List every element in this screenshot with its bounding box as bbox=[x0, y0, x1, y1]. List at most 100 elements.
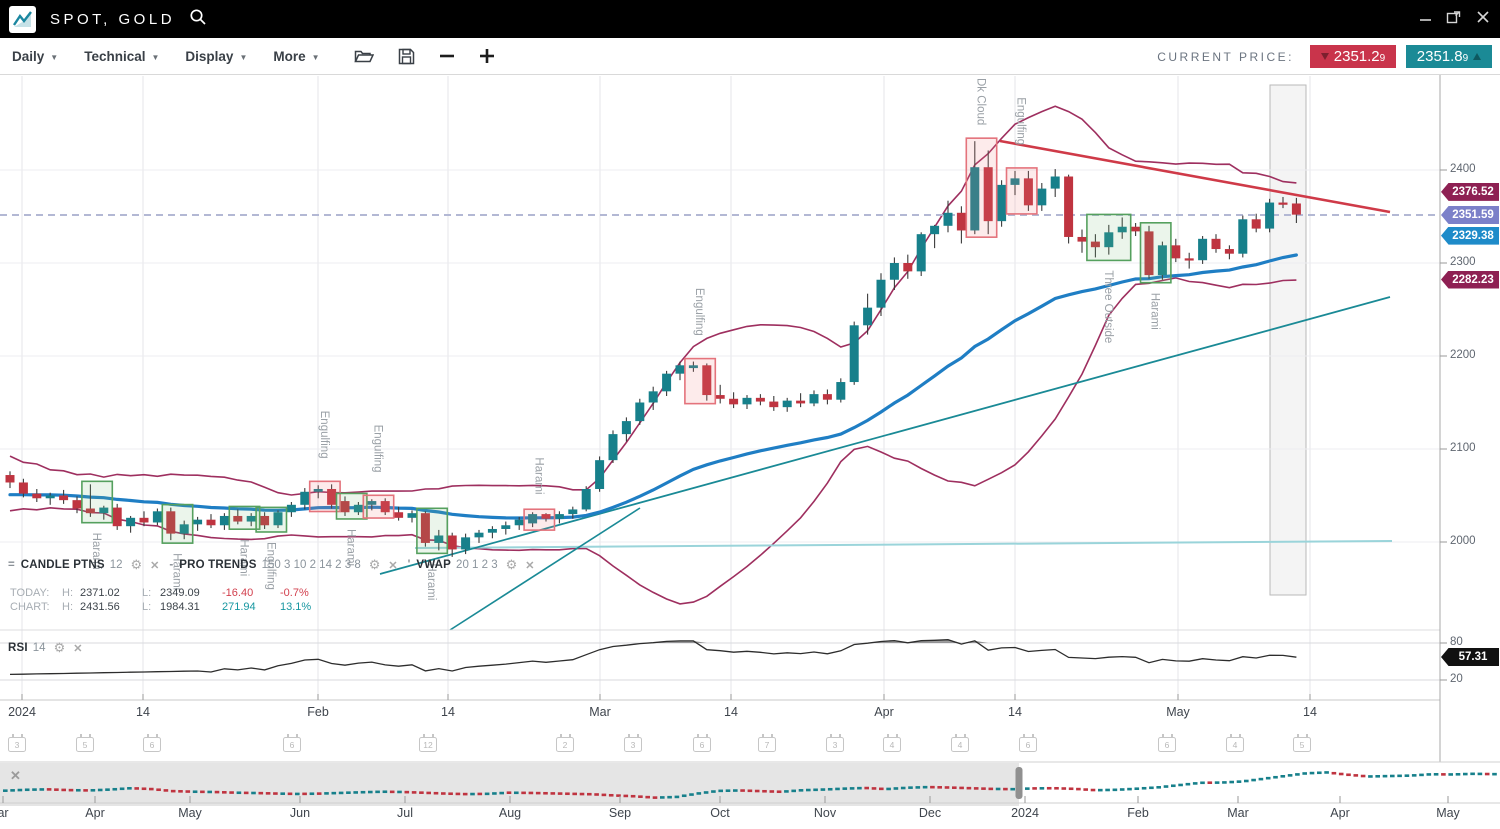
indicator-sample-icon: - bbox=[169, 559, 173, 571]
menu-display[interactable]: Display▼ bbox=[185, 49, 247, 64]
candle-body bbox=[501, 525, 510, 529]
search-icon[interactable] bbox=[189, 8, 207, 31]
indicator-rsi[interactable]: RSI bbox=[8, 642, 28, 654]
gear-icon[interactable]: ⚙ bbox=[131, 557, 143, 573]
navigator-dash bbox=[1434, 773, 1439, 776]
navigator-dash bbox=[1302, 772, 1307, 775]
navigator-dash bbox=[886, 788, 891, 791]
navigator-dash bbox=[295, 793, 300, 796]
navigator-dash bbox=[996, 788, 1001, 791]
x-axis-label: Apr bbox=[874, 705, 893, 719]
y-axis-label: 2200 bbox=[1450, 349, 1476, 361]
candle-body bbox=[153, 511, 162, 522]
candle-body bbox=[997, 185, 1006, 221]
save-icon[interactable] bbox=[398, 48, 415, 65]
candle-body bbox=[917, 234, 926, 271]
navigator-dash bbox=[259, 792, 264, 795]
navigator-dash bbox=[361, 791, 366, 794]
candle-body bbox=[461, 537, 470, 549]
calendar-event-icon[interactable]: 6 bbox=[283, 737, 301, 752]
calendar-event-icon[interactable]: 5 bbox=[76, 737, 94, 752]
navigator-month-label: Oct bbox=[710, 806, 729, 820]
navigator-dash bbox=[1142, 787, 1147, 790]
navigator-dash bbox=[689, 793, 694, 796]
navigator-dash bbox=[25, 788, 30, 791]
calendar-event-icon[interactable]: 3 bbox=[826, 737, 844, 752]
navigator-dash bbox=[864, 787, 869, 790]
pattern-label: Harami bbox=[532, 457, 544, 494]
navigator-dash bbox=[872, 787, 877, 790]
menu-more[interactable]: More▼ bbox=[273, 49, 319, 64]
navigator-month-label: Mar bbox=[1227, 806, 1249, 820]
zoom-out-button[interactable] bbox=[439, 48, 455, 64]
navigator-dash bbox=[1485, 773, 1490, 776]
navigator-dash bbox=[755, 790, 760, 793]
candle-body bbox=[73, 500, 82, 508]
calendar-event-icon[interactable]: 3 bbox=[8, 737, 26, 752]
candle-body bbox=[59, 496, 68, 501]
candle-body bbox=[193, 520, 202, 525]
open-folder-icon[interactable] bbox=[354, 48, 374, 64]
calendar-event-icon[interactable]: 6 bbox=[1158, 737, 1176, 752]
indicator-candle-ptns[interactable]: CANDLE PTNS bbox=[21, 559, 105, 571]
candle-body bbox=[113, 508, 122, 527]
candle-body bbox=[609, 434, 618, 460]
menu-daily[interactable]: Daily▼ bbox=[12, 49, 58, 64]
navigator-dash bbox=[10, 789, 15, 792]
indicator-vwap[interactable]: VWAP bbox=[416, 559, 451, 571]
popout-button[interactable] bbox=[1446, 9, 1462, 30]
navigator-month-label: ar bbox=[0, 806, 9, 820]
navigator-dash bbox=[726, 789, 731, 792]
gear-icon[interactable]: ⚙ bbox=[54, 640, 66, 656]
calendar-event-icon[interactable]: 4 bbox=[883, 737, 901, 752]
candle-body bbox=[1279, 203, 1288, 205]
candle-body bbox=[903, 263, 912, 271]
navigator-dash bbox=[901, 787, 906, 790]
navigator-dash bbox=[1164, 785, 1169, 788]
candle-body bbox=[1037, 189, 1046, 206]
x-axis-label: 14 bbox=[1008, 705, 1022, 719]
calendar-event-icon[interactable]: 3 bbox=[624, 737, 642, 752]
navigator-dash bbox=[324, 792, 329, 795]
x-axis-label: 14 bbox=[1303, 705, 1317, 719]
pattern-box-harami bbox=[524, 509, 554, 530]
navigator-dash bbox=[280, 792, 285, 795]
calendar-event-icon[interactable]: 7 bbox=[758, 737, 776, 752]
navigator-handle[interactable] bbox=[1016, 767, 1023, 799]
navigator-month-label: Apr bbox=[85, 806, 104, 820]
indicator-pro-trends[interactable]: PRO TRENDS bbox=[179, 559, 256, 571]
zoom-in-button[interactable] bbox=[479, 48, 495, 64]
calendar-event-icon[interactable]: 4 bbox=[1226, 737, 1244, 752]
calendar-event-icon[interactable]: 6 bbox=[693, 737, 711, 752]
candle-body bbox=[743, 398, 752, 405]
close-icon[interactable]: ✕ bbox=[150, 559, 159, 572]
navigator-dash bbox=[1324, 771, 1329, 774]
calendar-event-icon[interactable]: 6 bbox=[143, 737, 161, 752]
chart-canvas: HaramiHaramiHaramiEngulfingEngulfingHara… bbox=[0, 0, 1500, 829]
close-icon[interactable]: ✕ bbox=[73, 642, 82, 655]
gear-icon[interactable]: ⚙ bbox=[369, 557, 381, 573]
calendar-event-icon[interactable]: 4 bbox=[951, 737, 969, 752]
close-icon[interactable]: ✕ bbox=[388, 559, 397, 572]
navigator-dash bbox=[952, 786, 957, 789]
navigator-dash bbox=[1208, 781, 1213, 784]
calendar-event-icon[interactable]: 2 bbox=[556, 737, 574, 752]
gear-icon[interactable]: ⚙ bbox=[506, 557, 518, 573]
menu-technical[interactable]: Technical▼ bbox=[84, 49, 159, 64]
navigator-dash bbox=[536, 792, 541, 795]
calendar-event-icon[interactable]: 5 bbox=[1293, 737, 1311, 752]
close-icon[interactable]: ✕ bbox=[525, 559, 534, 572]
close-button[interactable] bbox=[1476, 10, 1490, 29]
navigator-dash bbox=[1339, 773, 1344, 776]
candle-body bbox=[1265, 203, 1274, 229]
rsi-legend: RSI 14 ⚙ ✕ bbox=[8, 640, 82, 656]
navigator-dash bbox=[1317, 771, 1322, 774]
calendar-event-icon[interactable]: 6 bbox=[1019, 737, 1037, 752]
navigator-dash bbox=[448, 792, 453, 795]
calendar-event-icon[interactable]: 12 bbox=[419, 737, 437, 752]
minimize-button[interactable] bbox=[1419, 10, 1432, 28]
navigator-close-icon[interactable]: ✕ bbox=[10, 768, 21, 784]
navigator-dash bbox=[3, 789, 8, 792]
navigator-dash bbox=[478, 793, 483, 796]
navigator-month-label: May bbox=[178, 806, 202, 820]
